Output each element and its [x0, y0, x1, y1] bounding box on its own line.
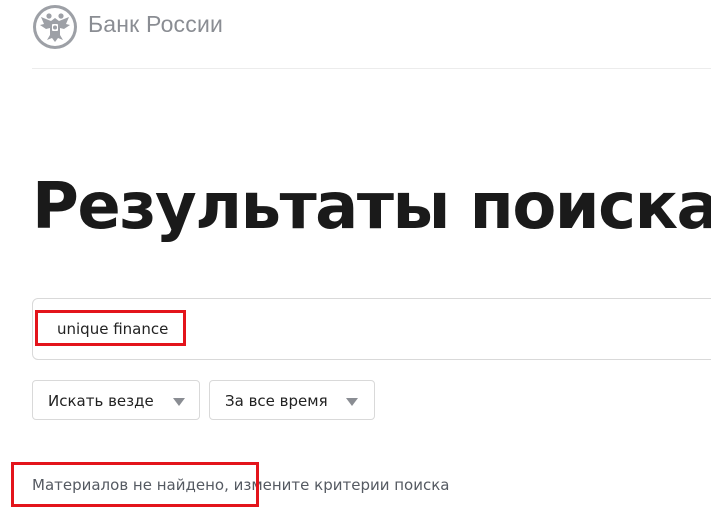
dropdown-caret-icon: [346, 398, 358, 406]
time-period-dropdown[interactable]: За все время: [209, 380, 375, 420]
search-input[interactable]: [57, 317, 457, 341]
time-period-label: За все время: [225, 392, 328, 410]
search-scope-label: Искать везде: [48, 392, 154, 410]
logo-text[interactable]: Банк России: [88, 11, 223, 38]
bank-emblem-icon[interactable]: [32, 4, 78, 50]
search-scope-dropdown[interactable]: Искать везде: [32, 380, 200, 420]
page: Банк России Результаты поиска Искать вез…: [0, 0, 711, 517]
page-title: Результаты поиска: [32, 170, 711, 244]
search-box[interactable]: [32, 298, 711, 360]
no-results-message: Материалов не найдено, измените критерии…: [32, 476, 450, 494]
dropdown-caret-icon: [173, 398, 185, 406]
site-header: Банк России: [32, 0, 711, 69]
